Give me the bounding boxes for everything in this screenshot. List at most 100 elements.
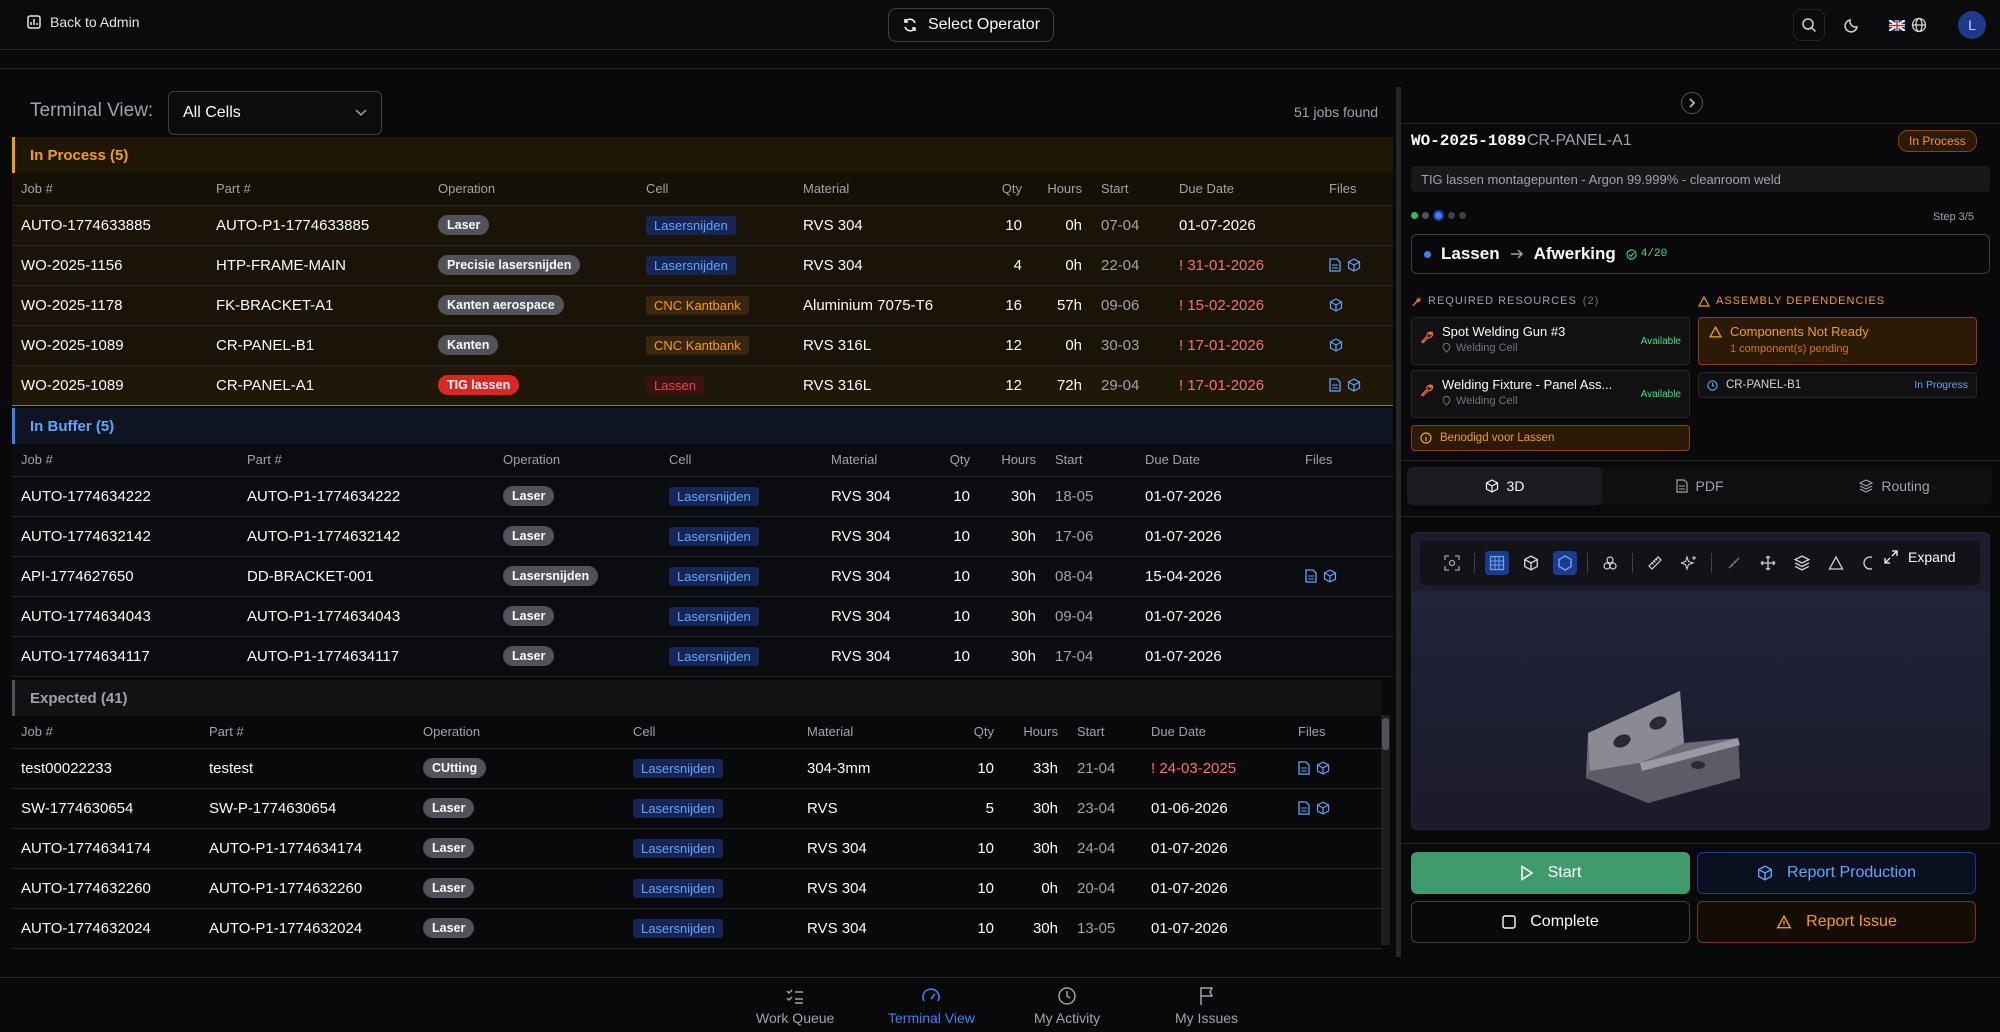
tab-3d[interactable]: 3D bbox=[1407, 467, 1602, 505]
report-production-button[interactable]: Report Production bbox=[1697, 852, 1976, 894]
cube-icon[interactable] bbox=[1316, 761, 1330, 775]
theme-toggle-button[interactable] bbox=[1836, 9, 1868, 41]
table-row[interactable]: AUTO-1774634043 AUTO-P1-1774634043 Laser La… bbox=[12, 596, 1393, 637]
cube-icon bbox=[1523, 555, 1539, 571]
col-due[interactable]: Due Date bbox=[1170, 173, 1320, 206]
table-row[interactable]: WO-2025-1156 HTP-FRAME-MAIN Precisie laser… bbox=[12, 245, 1393, 286]
col-qty[interactable]: Qty bbox=[938, 444, 980, 477]
table-row[interactable]: AUTO-1774634117 AUTO-P1-1774634117 Laser La… bbox=[12, 636, 1393, 677]
camera-fit-button[interactable] bbox=[1440, 551, 1464, 575]
in-process-header[interactable]: In Process (5) bbox=[12, 137, 1393, 173]
table-row[interactable]: AUTO-1774632024 AUTO-P1-1774632024 Laser La… bbox=[12, 908, 1382, 949]
table-row[interactable]: WO-2025-1089 CR-PANEL-B1 Kanten CNC Kantban… bbox=[12, 325, 1393, 366]
report-issue-button[interactable]: Report Issue bbox=[1697, 901, 1976, 943]
col-operation[interactable]: Operation bbox=[414, 716, 624, 749]
cube-icon[interactable] bbox=[1329, 338, 1343, 352]
table-row[interactable]: WO-2025-1178 FK-BRACKET-A1 Kanten aerospac… bbox=[12, 285, 1393, 326]
layers-button[interactable] bbox=[1790, 551, 1814, 575]
col-hours[interactable]: Hours bbox=[980, 444, 1046, 477]
col-operation[interactable]: Operation bbox=[494, 444, 660, 477]
col-start[interactable]: Start bbox=[1068, 716, 1142, 749]
step-dot-done bbox=[1422, 212, 1429, 219]
dependency-item[interactable]: CR-PANEL-B1 In Progress bbox=[1698, 372, 1977, 398]
cell-filter-select[interactable]: All Cells bbox=[168, 91, 382, 135]
start-button[interactable]: Start bbox=[1411, 852, 1690, 894]
table-row[interactable]: SW-1774630654 SW-P-1774630654 Laser Lasersn… bbox=[12, 788, 1382, 829]
col-cell[interactable]: Cell bbox=[660, 444, 822, 477]
cube-icon[interactable] bbox=[1347, 258, 1361, 272]
tab-routing[interactable]: Routing bbox=[1797, 467, 1992, 505]
section-cut-button[interactable] bbox=[1722, 551, 1746, 575]
col-qty[interactable]: Qty bbox=[986, 173, 1032, 206]
cube-icon[interactable] bbox=[1347, 378, 1361, 392]
col-job[interactable]: Job # bbox=[12, 173, 207, 206]
expand-viewer-button[interactable]: Expand bbox=[1872, 543, 1968, 571]
nav-terminal-view[interactable]: Terminal View bbox=[888, 986, 975, 1026]
wireframe-view-button[interactable] bbox=[1553, 551, 1577, 575]
col-part[interactable]: Part # bbox=[238, 444, 494, 477]
col-qty[interactable]: Qty bbox=[962, 716, 1004, 749]
table-header-row: Job # Part # Operation Cell Material Qty… bbox=[12, 444, 1393, 477]
tab-pdf[interactable]: PDF bbox=[1602, 467, 1797, 505]
nav-my-issues[interactable]: My Issues bbox=[1175, 986, 1238, 1026]
col-part[interactable]: Part # bbox=[207, 173, 429, 206]
step-progress bbox=[1411, 210, 1466, 221]
sparkle-button[interactable] bbox=[1677, 551, 1701, 575]
search-button[interactable] bbox=[1793, 9, 1825, 41]
col-job[interactable]: Job # bbox=[12, 444, 238, 477]
table-row[interactable]: AUTO-1774634222 AUTO-P1-1774634222 Laser La… bbox=[12, 476, 1393, 517]
col-hours[interactable]: Hours bbox=[1004, 716, 1068, 749]
resource-card[interactable]: Welding Fixture - Panel Ass... Welding C… bbox=[1411, 370, 1690, 418]
grid-toggle-button[interactable] bbox=[1485, 551, 1509, 575]
cube-icon[interactable] bbox=[1329, 298, 1343, 312]
col-due[interactable]: Due Date bbox=[1142, 716, 1289, 749]
col-material[interactable]: Material bbox=[822, 444, 938, 477]
col-material[interactable]: Material bbox=[794, 173, 986, 206]
table-row-selected[interactable]: WO-2025-1089 CR-PANEL-A1 TIG lassen Lassen R… bbox=[12, 364, 1393, 406]
explode-view-button[interactable] bbox=[1598, 551, 1622, 575]
collapse-panel-button[interactable] bbox=[1681, 92, 1703, 114]
document-icon[interactable] bbox=[1298, 761, 1310, 775]
col-job[interactable]: Job # bbox=[12, 716, 200, 749]
3d-viewer[interactable]: Expand bbox=[1411, 532, 1990, 830]
solid-view-button[interactable] bbox=[1519, 551, 1543, 575]
col-due[interactable]: Due Date bbox=[1136, 444, 1296, 477]
col-material[interactable]: Material bbox=[798, 716, 962, 749]
complete-label: Complete bbox=[1530, 913, 1599, 930]
document-icon[interactable] bbox=[1305, 569, 1317, 583]
back-to-admin-button[interactable]: Back to Admin bbox=[26, 14, 140, 30]
col-cell[interactable]: Cell bbox=[637, 173, 794, 206]
col-cell[interactable]: Cell bbox=[624, 716, 798, 749]
table-row[interactable]: test00022233 testest CUtting Lasersnijden 30… bbox=[12, 748, 1382, 789]
table-row[interactable]: AUTO-1774632142 AUTO-P1-1774632142 Laser La… bbox=[12, 516, 1393, 557]
nav-work-queue[interactable]: Work Queue bbox=[756, 986, 834, 1026]
col-part[interactable]: Part # bbox=[200, 716, 414, 749]
col-start[interactable]: Start bbox=[1092, 173, 1170, 206]
triangle-button[interactable] bbox=[1824, 551, 1848, 575]
expected-header[interactable]: Expected (41) bbox=[12, 680, 1382, 716]
document-icon[interactable] bbox=[1329, 258, 1341, 272]
resource-card[interactable]: Spot Welding Gun #3 Welding Cell Availab… bbox=[1411, 317, 1690, 365]
avatar[interactable]: L bbox=[1958, 11, 1986, 39]
select-operator-button[interactable]: Select Operator bbox=[888, 8, 1054, 42]
table-row[interactable]: AUTO-1774633885 AUTO-P1-1774633885 Laser La… bbox=[12, 205, 1393, 246]
table-row[interactable]: API-1774627650 DD-BRACKET-001 Lasersnijden… bbox=[12, 556, 1393, 597]
col-start[interactable]: Start bbox=[1046, 444, 1136, 477]
table-row[interactable]: AUTO-1774634174 AUTO-P1-1774634174 Laser La… bbox=[12, 828, 1382, 869]
document-icon[interactable] bbox=[1298, 801, 1310, 815]
benodigd-notice: Benodigd voor Lassen bbox=[1411, 425, 1690, 451]
nav-my-activity[interactable]: My Activity bbox=[1034, 986, 1100, 1026]
viewer-canvas[interactable] bbox=[1412, 591, 1989, 829]
document-icon[interactable] bbox=[1329, 378, 1341, 392]
scrollbar-thumb[interactable] bbox=[1382, 718, 1389, 750]
language-button[interactable] bbox=[1883, 9, 1933, 41]
col-hours[interactable]: Hours bbox=[1032, 173, 1092, 206]
table-row[interactable]: AUTO-1774632260 AUTO-P1-1774632260 Laser La… bbox=[12, 868, 1382, 909]
move-button[interactable] bbox=[1756, 551, 1780, 575]
in-buffer-header[interactable]: In Buffer (5) bbox=[12, 408, 1393, 444]
cube-icon[interactable] bbox=[1323, 569, 1337, 583]
col-operation[interactable]: Operation bbox=[429, 173, 637, 206]
complete-button[interactable]: Complete bbox=[1411, 901, 1690, 943]
cube-icon[interactable] bbox=[1316, 801, 1330, 815]
measure-button[interactable] bbox=[1643, 551, 1667, 575]
